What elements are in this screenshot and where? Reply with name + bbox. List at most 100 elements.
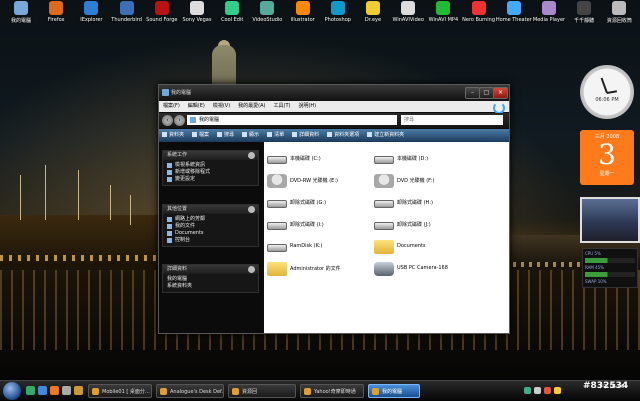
drive-item[interactable]: Administrator 的文件: [267, 260, 377, 278]
watermark-text: #832534: [583, 381, 629, 391]
slideshow-gadget[interactable]: [580, 197, 640, 243]
toolbar-button[interactable]: 檔案: [189, 129, 214, 142]
drive-item[interactable]: 本機磁碟 (D:): [374, 150, 484, 168]
drive-label: DVD-RW 光碟機 (E:): [290, 178, 338, 184]
desktop-icon[interactable]: Illustrator: [284, 1, 322, 23]
panel-header[interactable]: 詳細資料: [163, 265, 258, 274]
desktop-icon[interactable]: Media Player: [530, 1, 568, 23]
toolbar-button[interactable]: 清單: [264, 129, 289, 142]
drive-item[interactable]: DVD 光碟機 (F:): [374, 172, 484, 190]
panel-header[interactable]: 其他位置: [163, 205, 258, 214]
menu-item[interactable]: 編輯(E): [184, 101, 209, 112]
drive-item[interactable]: 本機磁碟 (C:): [267, 150, 377, 168]
menu-item[interactable]: 檢視(V): [209, 101, 234, 112]
calendar-day: 3: [598, 138, 616, 171]
media-icon[interactable]: [62, 386, 71, 395]
menu-item[interactable]: 工具(T): [270, 101, 295, 112]
drive-item[interactable]: 卸除式磁碟 (I:): [267, 216, 377, 234]
minimize-button[interactable]: –: [465, 87, 480, 99]
taskbar-button[interactable]: Mobile01 [ 桌面分...: [88, 384, 152, 398]
drive-item[interactable]: DVD-RW 光碟機 (E:): [267, 172, 377, 190]
desktop-icon[interactable]: WinAVI MP4: [424, 1, 462, 23]
taskbar-button[interactable]: 資源回: [228, 384, 296, 398]
hard-drive-icon: [267, 200, 287, 208]
close-button[interactable]: ×: [493, 87, 508, 99]
toolbar-button[interactable]: 搜尋: [214, 129, 239, 142]
desktop-icon[interactable]: VideoStudio: [248, 1, 286, 23]
task-link[interactable]: Documents: [163, 230, 258, 237]
volume-icon[interactable]: [534, 387, 541, 394]
address-bar[interactable]: 我的電腦: [187, 115, 397, 125]
taskbar: Mobile01 [ 桌面分... Analogue's Desk Def... 資…: [0, 380, 640, 401]
desktop-icon[interactable]: Thunderbird: [108, 1, 146, 23]
menu-item[interactable]: 說明(H): [294, 101, 320, 112]
desktop-icon[interactable]: Sony Vegas: [178, 1, 216, 23]
address-text: 我的電腦: [199, 117, 220, 123]
drive-label: 卸除式磁碟 (J:): [397, 222, 431, 228]
desktop-icon[interactable]: 千千靜聽: [565, 1, 603, 24]
toolbar-label: 建立新資料夾: [374, 132, 405, 138]
task-icon: [167, 231, 172, 236]
firefox-icon[interactable]: [50, 386, 59, 395]
panel-header[interactable]: 系統工作: [163, 151, 258, 160]
drive-item[interactable]: RamDisk (K:): [267, 238, 377, 256]
collapse-icon[interactable]: [248, 206, 255, 213]
toolbar-button[interactable]: 顯示: [239, 129, 264, 142]
app-icon: [330, 1, 345, 15]
folder-icon[interactable]: [74, 386, 83, 395]
toolbar-icon: [192, 132, 198, 137]
desktop-icon[interactable]: Sound Forge: [143, 1, 181, 23]
desktop-icon[interactable]: Firefox: [37, 1, 75, 23]
drive-item[interactable]: 卸除式磁碟 (J:): [374, 216, 484, 234]
collapse-icon[interactable]: [248, 152, 255, 159]
task-link[interactable]: 檢視系統資訊: [163, 162, 258, 169]
task-link[interactable]: 新增或移除程式: [163, 169, 258, 176]
task-link[interactable]: 控制台: [163, 237, 258, 244]
forward-button[interactable]: ›: [174, 115, 185, 126]
toolbar-button[interactable]: 資料夾選項: [324, 129, 364, 142]
taskbar-button[interactable]: Analogue's Desk Def...: [156, 384, 224, 398]
desktop-icon[interactable]: Dr.eye: [354, 1, 392, 23]
task-link[interactable]: 變更設定: [163, 176, 258, 183]
desktop-icon[interactable]: IExplorer: [72, 1, 110, 23]
task-link[interactable]: 網路上的芳鄰: [163, 216, 258, 223]
desktop-icon[interactable]: Nero Burning: [460, 1, 498, 23]
maximize-button[interactable]: □: [479, 87, 494, 99]
back-button[interactable]: ‹: [162, 115, 173, 126]
task-icon: [167, 217, 172, 222]
cpu-meter-gadget[interactable]: CPU 5% RAM 45% SWAP 10%: [582, 248, 638, 288]
collapse-icon[interactable]: [248, 266, 255, 273]
desktop-icon[interactable]: Cool Edit: [213, 1, 251, 23]
calendar-gadget[interactable]: 三月 2008 3 星期一: [580, 130, 634, 185]
desktop-icon[interactable]: Home Theater: [495, 1, 533, 23]
toolbar-button[interactable]: 詳細資料: [289, 129, 324, 142]
start-button[interactable]: [3, 382, 21, 400]
task-link[interactable]: 我的文件: [163, 223, 258, 230]
desktop-icon[interactable]: WinAVIVideo: [389, 1, 427, 23]
drive-item[interactable]: 卸除式磁碟 (H:): [374, 194, 484, 212]
menu-item[interactable]: 我的最愛(A): [234, 101, 269, 112]
desktop-icon[interactable]: Photoshop: [319, 1, 357, 23]
taskbar-button[interactable]: Yahoo!奇摩即時通: [300, 384, 364, 398]
title-bar[interactable]: 我的電腦 – □ ×: [159, 85, 509, 101]
ie-icon[interactable]: [38, 386, 47, 395]
desktop-icon[interactable]: 我的電腦: [2, 1, 40, 24]
menu-item[interactable]: 檔案(F): [159, 101, 184, 112]
search-input[interactable]: [401, 115, 503, 125]
desktop-icon-label: VideoStudio: [252, 17, 283, 23]
desktop-icon[interactable]: 資源回收筒: [600, 1, 638, 24]
toolbar-button[interactable]: 建立新資料夾: [364, 129, 409, 142]
app-icon: [14, 1, 28, 15]
drive-item[interactable]: Documents: [374, 238, 484, 256]
toolbar-button[interactable]: 資料夾: [159, 129, 189, 142]
app-icon: [471, 1, 486, 15]
clock-gadget[interactable]: 06:06 PM: [580, 65, 634, 119]
antivirus-icon[interactable]: [544, 387, 551, 394]
taskbar-button[interactable]: 我的電腦: [368, 384, 420, 398]
toolbar-icon: [217, 132, 223, 137]
drive-item[interactable]: 卸除式磁碟 (G:): [267, 194, 377, 212]
drive-item[interactable]: USB PC Camera-168: [374, 260, 484, 278]
im-icon[interactable]: [554, 387, 561, 394]
show-desktop-icon[interactable]: [26, 386, 35, 395]
network-icon[interactable]: [524, 387, 531, 394]
